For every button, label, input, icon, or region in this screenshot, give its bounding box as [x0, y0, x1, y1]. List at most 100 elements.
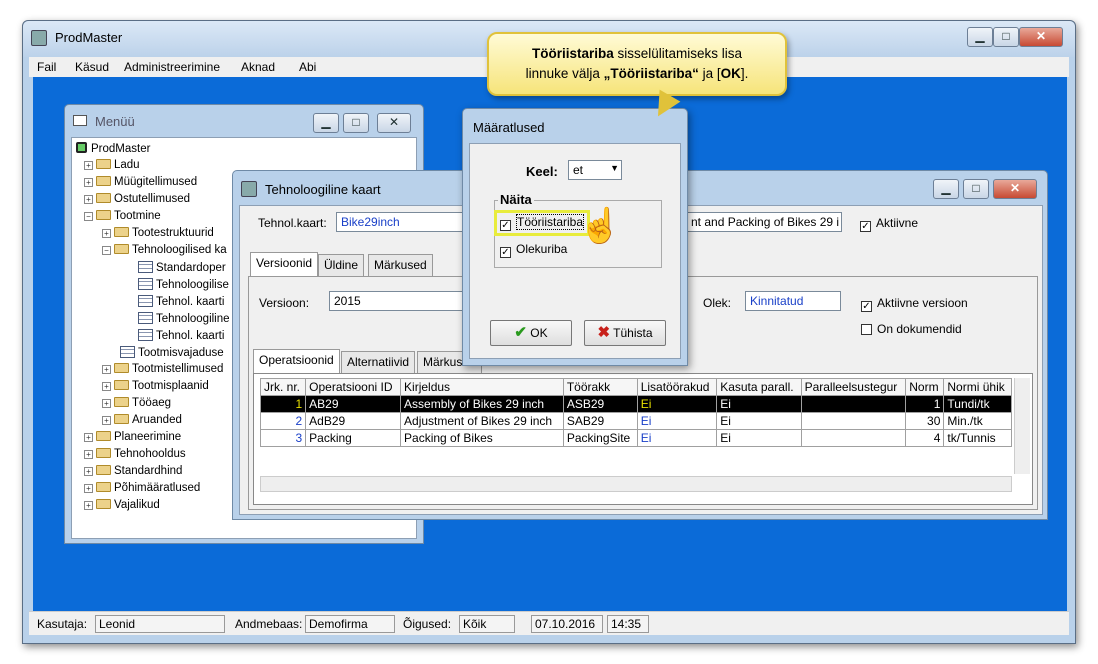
- ok-button[interactable]: ✔ OK: [490, 320, 572, 346]
- hand-cursor-icon: ☝: [579, 207, 622, 245]
- menu-kasud[interactable]: Käsud: [75, 60, 109, 74]
- tech-minimize-button[interactable]: ▁: [933, 179, 959, 199]
- tree-item[interactable]: + Standardhind: [84, 465, 182, 477]
- time-field: 14:35: [607, 615, 649, 633]
- horizontal-scrollbar[interactable]: [260, 476, 1012, 492]
- menu-window-title: Menüü: [95, 114, 135, 129]
- col-op-id[interactable]: Operatsiooni ID: [305, 378, 402, 396]
- table-row[interactable]: 1 AB29 Assembly of Bikes 29 inch ASB29 Ei Ei 1…: [259, 395, 1012, 413]
- tooltip-callout: Tööriistariba sisselülitamiseks lisa lin…: [487, 32, 787, 96]
- documented-checkbox[interactable]: On dokumendid: [861, 322, 962, 336]
- col-extra-cells[interactable]: Lisatöörakud: [636, 378, 718, 396]
- tech-maximize-button[interactable]: □: [963, 179, 989, 199]
- cancel-button[interactable]: ✖ Tühista: [584, 320, 666, 346]
- col-norm-unit[interactable]: Normi ühik: [943, 378, 1012, 396]
- active-checkbox[interactable]: ✓ Aktiivne: [860, 216, 918, 232]
- menu-minimize-button[interactable]: ▁: [313, 113, 339, 133]
- col-norm[interactable]: Norm: [905, 378, 945, 396]
- check-icon: ✓: [861, 301, 872, 312]
- state-label: Olek:: [703, 296, 732, 310]
- active-version-checkbox[interactable]: ✓ Aktiivne versioon: [861, 296, 968, 312]
- dialog-body: Keel: et ▼ Näita ✓ Tööriistariba ✓ Olekurib…: [469, 143, 681, 359]
- tab-uldine[interactable]: Üldine: [318, 254, 365, 276]
- tree-item[interactable]: + Ladu: [84, 159, 140, 171]
- folder-icon: [114, 414, 129, 424]
- tree-item[interactable]: Tehnol. kaarti: [138, 329, 224, 342]
- description-field[interactable]: nt and Packing of Bikes 29 i: [686, 212, 842, 232]
- tree-item[interactable]: + Ostutellimused: [84, 193, 190, 205]
- tree-item[interactable]: + Vajalikud: [84, 499, 160, 511]
- tree-item[interactable]: + Planeerimine: [84, 431, 181, 443]
- tree-item[interactable]: Tehnol. kaarti: [138, 295, 224, 308]
- tree-item[interactable]: + Tootmisplaanid: [102, 380, 209, 392]
- folder-icon: [96, 193, 111, 203]
- tech-close-button[interactable]: ✕: [993, 179, 1037, 199]
- rights-field: Kõik: [459, 615, 515, 633]
- tab-versioonid[interactable]: Versioonid: [250, 252, 319, 276]
- menu-close-button[interactable]: ✕: [377, 113, 411, 133]
- menu-fail[interactable]: Fail: [37, 60, 56, 74]
- check-icon: ✓: [860, 221, 871, 232]
- app-title: ProdMaster: [55, 30, 123, 45]
- folder-icon: [96, 210, 111, 220]
- folder-icon: [114, 363, 129, 373]
- state-field[interactable]: Kinnitatud: [745, 291, 841, 311]
- tree-item[interactable]: + Tootmistellimused: [102, 363, 223, 375]
- tree-item[interactable]: + Tööaeg: [102, 397, 171, 409]
- folder-icon: [96, 465, 111, 475]
- minimize-button[interactable]: ▁: [967, 27, 993, 47]
- tree-item[interactable]: Standardoper: [138, 261, 226, 274]
- check-icon: ✓: [500, 220, 511, 231]
- statusbar-checkbox[interactable]: ✓ Olekuriba: [500, 242, 567, 258]
- user-field: Leonid: [95, 615, 225, 633]
- col-desc[interactable]: Kirjeldus: [400, 378, 564, 396]
- maximize-button[interactable]: □: [993, 27, 1019, 47]
- tree-item[interactable]: − Tootmine: [84, 210, 161, 222]
- menu-aknad[interactable]: Aknad: [241, 60, 275, 74]
- tree-item[interactable]: ProdMaster: [76, 142, 150, 155]
- vertical-scrollbar[interactable]: [1014, 378, 1030, 474]
- version-field[interactable]: 2015: [329, 291, 479, 311]
- tree-item[interactable]: Tehnoloogilise: [138, 278, 229, 291]
- rights-label: Õigused:: [403, 617, 452, 631]
- language-value: et: [573, 163, 584, 177]
- col-parallel[interactable]: Kasuta parall.: [716, 378, 802, 396]
- checkmark-icon: ✔: [514, 324, 527, 341]
- col-cell[interactable]: Töörakk: [562, 378, 638, 396]
- tree-item[interactable]: − Tehnoloogilised ka: [102, 244, 227, 256]
- menu-administreerimine[interactable]: Administreerimine: [124, 60, 220, 74]
- subtab-operatsioonid[interactable]: Operatsioonid: [253, 349, 340, 373]
- tree-item[interactable]: + Müügitellimused: [84, 176, 197, 188]
- table-header: Jrk. nr. Operatsiooni ID Kirjeldus Tööra…: [259, 378, 1012, 396]
- card-field[interactable]: Bike29inch: [336, 212, 466, 232]
- table-row[interactable]: 2 AdB29 Adjustment of Bikes 29 inch SAB29 Ei…: [259, 412, 1012, 430]
- toolbar-checkbox[interactable]: ✓ Tööriistariba: [493, 210, 591, 236]
- menu-abi[interactable]: Abi: [299, 60, 316, 74]
- col-parallel-factor[interactable]: Paralleelsustegur: [800, 378, 907, 396]
- grid-icon: [138, 329, 153, 341]
- subtab-alternatiivid[interactable]: Alternatiivid: [341, 351, 416, 373]
- close-button[interactable]: ✕: [1019, 27, 1063, 47]
- tech-window-title: Tehnoloogiline kaart: [265, 182, 381, 197]
- tree-item[interactable]: + Aruanded: [102, 414, 182, 426]
- operations-grid: Jrk. nr. Operatsiooni ID Kirjeldus Tööra…: [253, 373, 1033, 505]
- col-jrk[interactable]: Jrk. nr.: [259, 378, 307, 396]
- tab-markused[interactable]: Märkused: [368, 254, 433, 276]
- tree-item[interactable]: + Põhimääratlused: [84, 482, 200, 494]
- root-icon: [76, 142, 87, 153]
- language-select[interactable]: et ▼: [568, 160, 622, 180]
- menu-window-icon: [73, 115, 87, 126]
- tree-item[interactable]: + Tehnohooldus: [84, 448, 186, 460]
- table-row[interactable]: 3 Packing Packing of Bikes PackingSite Ei Ei 4…: [259, 429, 1012, 447]
- settings-dialog: Määratlused Keel: et ▼ Näita ✓ Tööriistari…: [462, 108, 688, 366]
- folder-icon: [114, 244, 129, 254]
- tree-item[interactable]: Tehnoloogiline: [138, 312, 230, 325]
- folder-icon: [114, 227, 129, 237]
- menu-maximize-button[interactable]: □: [343, 113, 369, 133]
- grid-icon: [138, 261, 153, 273]
- tree-item[interactable]: Tootmisvajaduse: [120, 346, 224, 359]
- tree-item[interactable]: + Tootestruktuurid: [102, 227, 214, 239]
- chevron-down-icon: ▼: [610, 163, 619, 173]
- folder-icon: [96, 431, 111, 441]
- card-label: Tehnol.kaart:: [258, 216, 327, 230]
